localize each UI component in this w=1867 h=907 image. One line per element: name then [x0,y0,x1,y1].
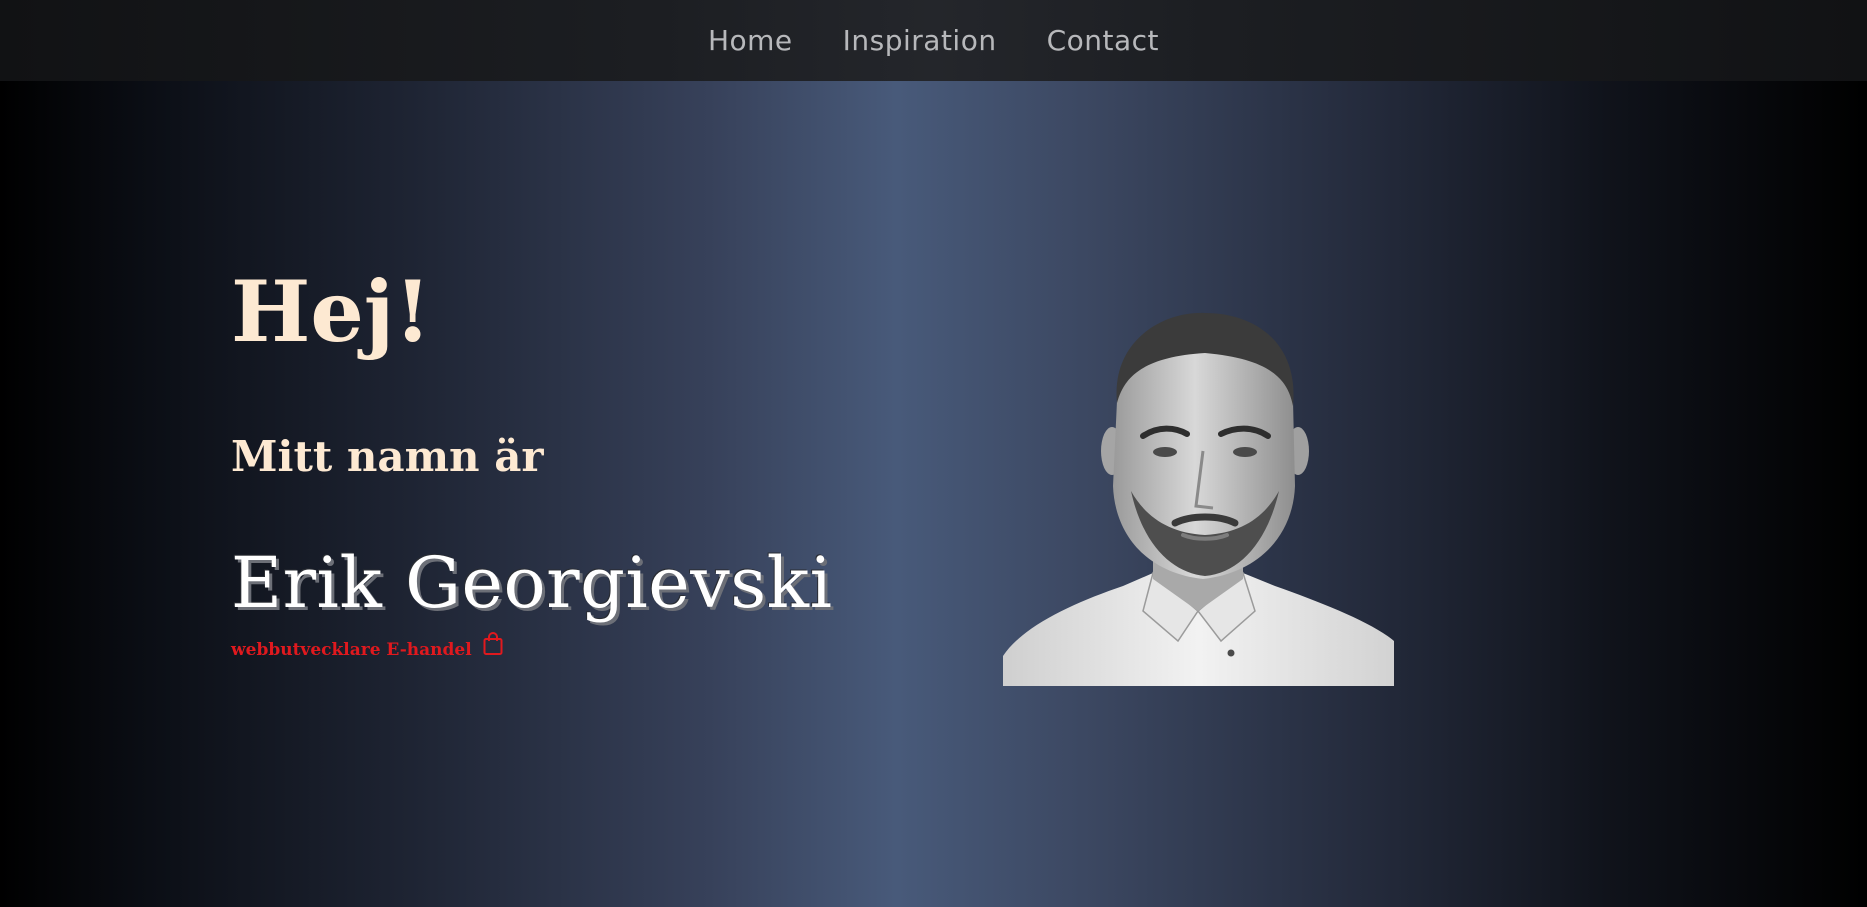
profile-portrait [1003,311,1394,686]
nav-link-home[interactable]: Home [708,24,793,57]
hero-section [0,81,1867,907]
hero-intro: Mitt namn är [231,432,544,481]
nav-link-contact[interactable]: Contact [1047,24,1159,57]
hero-tagline: webbutvecklare E-handel [231,632,504,660]
nav-link-inspiration[interactable]: Inspiration [843,24,997,57]
shopping-bag-icon [482,632,504,656]
hero-greeting: Hej! [231,262,432,361]
top-navigation: Home Inspiration Contact [0,0,1867,81]
tagline-text: webbutvecklare E-handel [231,640,472,660]
hero-name: Erik Georgievski [231,542,833,624]
